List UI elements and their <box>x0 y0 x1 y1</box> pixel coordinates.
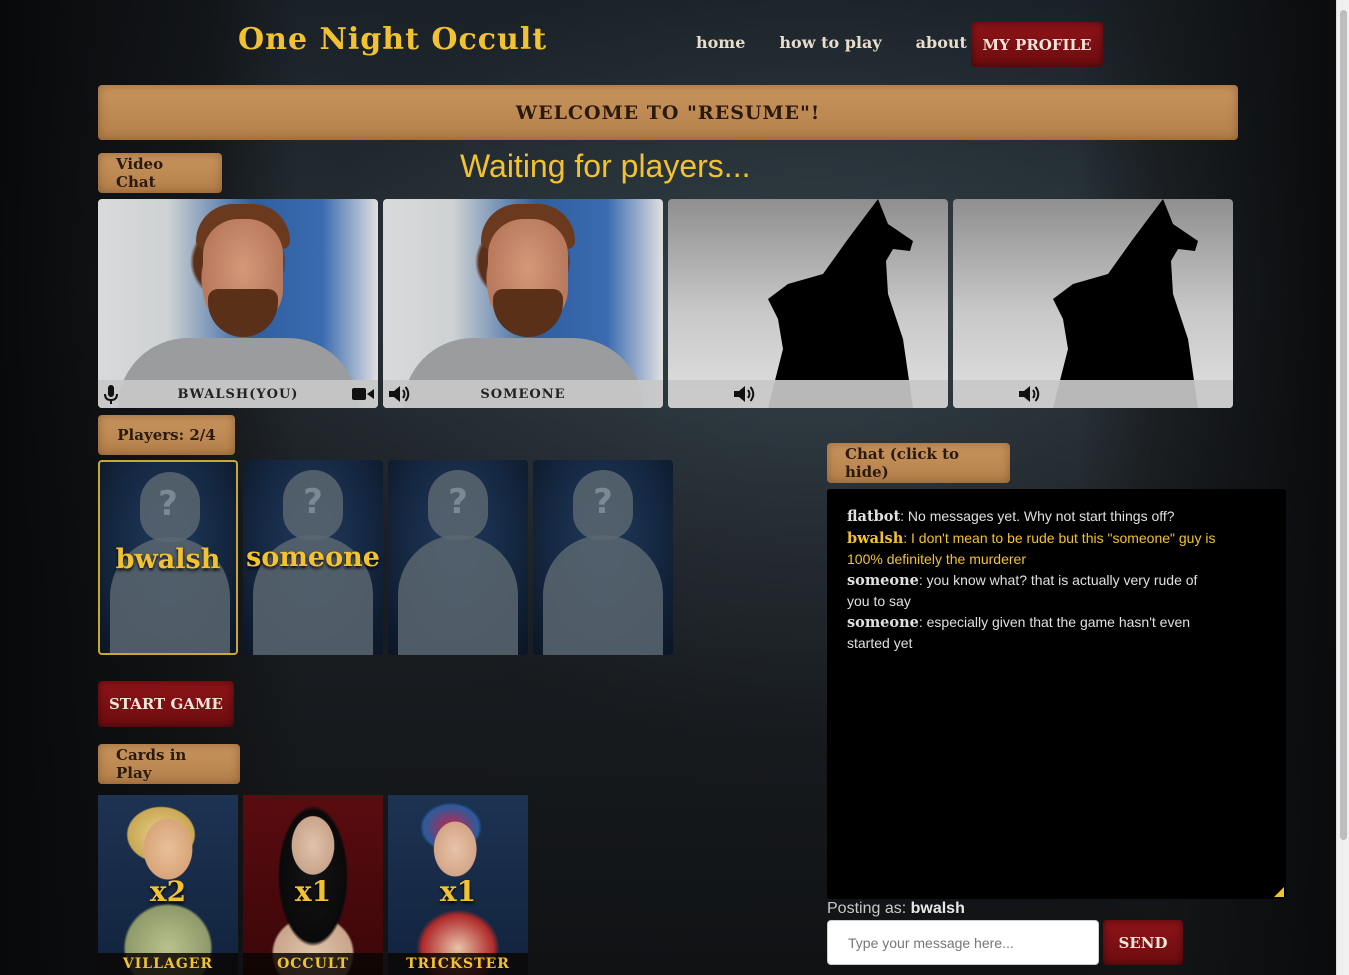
player-slot-3[interactable]: ? <box>388 460 528 655</box>
unknown-role-icon: ? <box>303 482 323 522</box>
posting-as-user: bwalsh <box>910 900 965 917</box>
resize-grip-icon[interactable] <box>1274 887 1284 897</box>
video-feed-empty-3 <box>668 199 948 408</box>
nav-about-link[interactable]: about <box>916 33 967 52</box>
player-slot-4[interactable]: ? <box>533 460 673 655</box>
card-count: x1 <box>439 875 477 908</box>
player-slot-1[interactable]: ? bwalsh <box>98 460 238 655</box>
video-feed-someone: SOMEONE <box>383 199 663 408</box>
chat-message: bwalsh: I don't mean to be rude but this… <box>847 528 1222 570</box>
video-feed-bar <box>953 380 1233 408</box>
players-count-label: Players: 2/4 <box>98 415 235 455</box>
main-nav: home how to play about <box>696 33 967 52</box>
unknown-role-icon: ? <box>158 484 178 524</box>
message-author: someone <box>847 571 919 589</box>
video-feed-bar: BWALSH(YOU) <box>98 380 378 408</box>
player-slot-2[interactable]: ? someone <box>243 460 383 655</box>
cards-in-play-label: Cards in Play <box>98 744 240 784</box>
player-name: bwalsh <box>115 544 221 575</box>
waiting-status: Waiting for players... <box>460 148 751 184</box>
role-card-villager[interactable]: x2 VILLAGER <box>98 795 238 975</box>
send-button[interactable]: SEND <box>1103 920 1183 965</box>
nav-how-to-play-link[interactable]: how to play <box>779 33 881 52</box>
my-profile-button[interactable]: MY PROFILE <box>971 22 1103 67</box>
chat-log[interactable]: flatbot: No messages yet. Why not start … <box>827 489 1286 899</box>
chat-message-input[interactable] <box>827 920 1099 965</box>
site-logo[interactable]: One Night Occult <box>238 22 547 57</box>
card-name: TRICKSTER <box>388 953 528 975</box>
start-game-button[interactable]: START GAME <box>98 681 234 727</box>
message-author: bwalsh <box>847 529 904 547</box>
message-author: flatbot <box>847 508 901 525</box>
page-scrollbar[interactable] <box>1336 0 1349 975</box>
microphone-icon[interactable] <box>104 385 118 408</box>
video-chat-label: Video Chat <box>98 153 222 193</box>
scrollbar-thumb[interactable] <box>1340 10 1347 840</box>
card-name: OCCULT <box>243 953 383 975</box>
chat-message: someone: especially given that the game … <box>847 612 1222 654</box>
howling-wolf-icon <box>1053 199 1198 408</box>
chat-message: flatbot: No messages yet. Why not start … <box>847 506 1222 528</box>
card-count: x1 <box>294 875 332 908</box>
card-count: x2 <box>149 875 187 908</box>
video-feed-self: BWALSH(YOU) <box>98 199 378 408</box>
chat-toggle-label[interactable]: Chat (click to hide) <box>827 443 1010 483</box>
unknown-role-icon: ? <box>448 482 468 522</box>
message-text: : No messages yet. Why not start things … <box>900 508 1175 524</box>
video-camera-icon[interactable] <box>352 387 374 405</box>
video-feed-bar: SOMEONE <box>383 380 663 408</box>
video-feed-empty-4 <box>953 199 1233 408</box>
video-feed-name: BWALSH(YOU) <box>177 386 299 402</box>
video-feed-name: SOMEONE <box>480 386 566 402</box>
posting-as: Posting as: bwalsh <box>827 900 965 918</box>
message-author: someone <box>847 613 919 631</box>
role-card-occult[interactable]: x1 OCCULT <box>243 795 383 975</box>
nav-home-link[interactable]: home <box>696 33 745 52</box>
speaker-icon[interactable] <box>389 385 411 407</box>
posting-as-label: Posting as: <box>827 900 907 917</box>
welcome-banner: WELCOME TO "RESUME"! <box>98 85 1238 140</box>
role-card-trickster[interactable]: x1 TRICKSTER <box>388 795 528 975</box>
player-name: someone <box>246 542 380 573</box>
video-feed-bar <box>668 380 948 408</box>
unknown-role-icon: ? <box>593 482 613 522</box>
message-text: : I don't mean to be rude but this "some… <box>847 529 1216 568</box>
howling-wolf-icon <box>768 199 913 408</box>
chat-message: someone: you know what? that is actually… <box>847 570 1222 612</box>
card-name: VILLAGER <box>98 953 238 975</box>
